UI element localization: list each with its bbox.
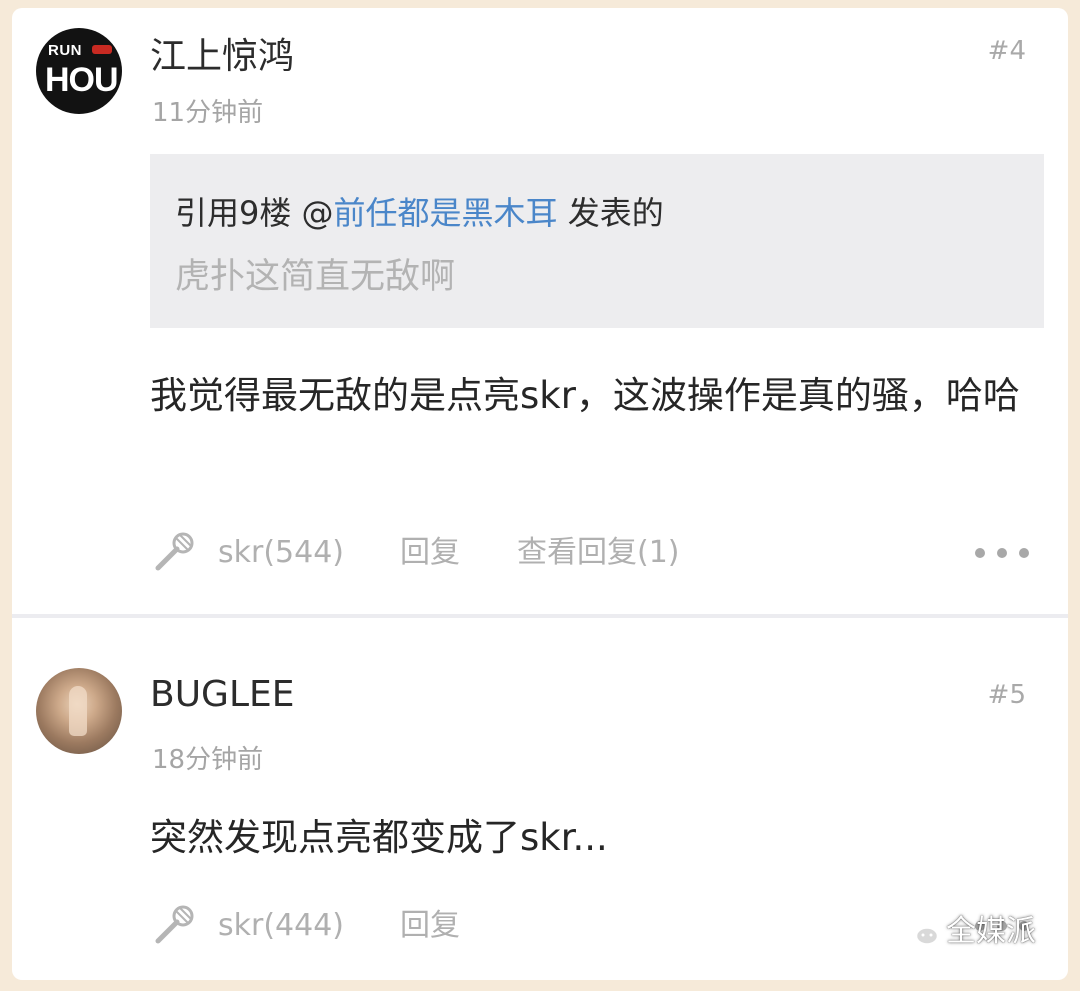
floor-number: #4 [987, 36, 1026, 66]
username[interactable]: 江上惊鸿 [150, 27, 294, 79]
microphone-icon[interactable] [148, 901, 198, 951]
avatar-photo [69, 686, 87, 736]
reply-button[interactable]: 回复 [400, 528, 460, 578]
more-dot [1019, 548, 1029, 558]
floor-number: #5 [987, 680, 1026, 710]
microphone-icon[interactable] [148, 528, 198, 578]
avatar-logo-text-top: RUN [48, 42, 82, 59]
watermark-text: 全媒派 [946, 914, 1036, 949]
more-dots-icon[interactable] [973, 544, 1033, 560]
quoted-user-link[interactable]: 前任都是黑木耳 [334, 194, 558, 232]
quote-text: 虎扑这简直无敌啊 [175, 257, 456, 297]
comment-actions: skr(544) 回复 查看回复(1) [148, 528, 1048, 578]
comment-list: RUN HOU 江上惊鸿 #4 11分钟前 引用9楼 @前任都是黑木耳 发表的 … [12, 8, 1068, 980]
post-time: 18分钟前 [152, 745, 264, 775]
comment-content: 突然发现点亮都变成了skr... [150, 816, 608, 859]
avatar-logo-text-main: HOU [45, 61, 119, 99]
reply-button[interactable]: 回复 [400, 901, 460, 951]
skr-like-button[interactable]: skr(444) [218, 901, 344, 951]
username[interactable]: BUGLEE [150, 674, 295, 715]
post-time: 11分钟前 [152, 98, 264, 128]
quote-suffix: 发表的 [557, 194, 664, 232]
avatar-logo-badge [92, 45, 112, 54]
watermark: 全媒派 [900, 910, 1036, 954]
more-dot [975, 548, 985, 558]
quoted-post[interactable]: 引用9楼 @前任都是黑木耳 发表的 虎扑这简直无敌啊 [150, 154, 1044, 328]
quote-header: 引用9楼 @前任都是黑木耳 发表的 [175, 188, 1044, 232]
comment-item: RUN HOU 江上惊鸿 #4 11分钟前 引用9楼 @前任都是黑木耳 发表的 … [12, 8, 1068, 614]
skr-like-button[interactable]: skr(544) [218, 528, 344, 578]
more-dot [997, 548, 1007, 558]
comment-content: 我觉得最无敌的是点亮skr，这波操作是真的骚，哈哈 [150, 374, 1020, 417]
wechat-icon [900, 917, 940, 946]
view-replies-button[interactable]: 查看回复(1) [517, 528, 680, 578]
quote-prefix: 引用9楼 @ [175, 194, 334, 232]
avatar[interactable] [36, 668, 122, 754]
avatar[interactable]: RUN HOU [36, 28, 122, 114]
